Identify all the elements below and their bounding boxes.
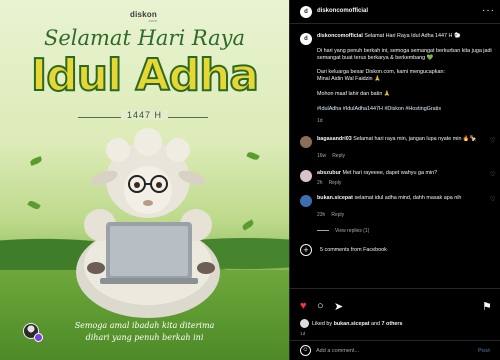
comment-username[interactable]: bukan.sicepat	[317, 195, 353, 201]
post-button[interactable]: Post	[478, 348, 490, 354]
reply-button[interactable]: Reply	[332, 153, 345, 159]
comments-section: d diskoncomofficial Selamat Hari Raya Id…	[290, 25, 500, 287]
post-actions: ♥ ○ ➤ ⚑ Liked by bukan.sicepat and 7 oth…	[290, 288, 500, 340]
reply-button[interactable]: Reply	[329, 180, 342, 186]
post-time: 1d	[317, 118, 323, 124]
avatar[interactable]	[300, 136, 312, 148]
avatar[interactable]: d	[300, 33, 312, 45]
post-header: d diskoncomofficial ···	[290, 0, 500, 24]
caption-username[interactable]: diskoncomofficial	[317, 33, 363, 39]
facebook-comments-link[interactable]: 5 comments from Facebook	[320, 247, 387, 254]
liked-by-text: Liked by bukan.sicepat and 7 others	[312, 321, 403, 327]
sheep-illustration	[76, 128, 220, 318]
image-caption: Semoga amal ibadah kita diterima dihari …	[74, 321, 215, 342]
comment-meta: 2h Reply	[317, 180, 342, 186]
comment-username[interactable]: abszubur	[317, 170, 341, 176]
comment-input[interactable]	[316, 345, 466, 357]
post-image: diskon .com Selamat Hari Raya Idul Adha …	[0, 0, 289, 360]
liked-by-user[interactable]: bukan.sicepat	[334, 321, 370, 327]
post-caption-para1: Di hari yang penuh berkah ini, semoga se…	[317, 48, 492, 62]
comment-icon[interactable]: ○	[317, 300, 324, 312]
post-hashtags[interactable]: #IdulAdha #IdulAdha1447H #Diskon #Hostin…	[317, 106, 495, 113]
like-comment-icon[interactable]: ♡	[490, 171, 495, 178]
comment-meta: 23h Reply	[317, 212, 345, 218]
share-icon[interactable]: ➤	[334, 300, 343, 313]
tag-badge-icon[interactable]	[34, 333, 43, 342]
heart-filled-icon[interactable]: ♥	[300, 300, 307, 312]
comment-username[interactable]: bagasandri03	[317, 136, 352, 142]
comment-box: ☺ Post	[290, 340, 500, 360]
view-replies-button[interactable]: View replies (1)	[317, 228, 375, 234]
post-caption-para2b: Minal Aidin Wal Faidzin 🙏	[317, 76, 381, 82]
post-caption-para3: Mohon maaf lahir dan batin 🙏	[317, 91, 391, 97]
reply-button[interactable]: Reply	[331, 212, 344, 218]
liked-by-others[interactable]: 7 others	[382, 321, 403, 327]
more-icon[interactable]: ···	[482, 5, 495, 16]
add-circle-icon[interactable]: +	[300, 244, 312, 256]
bookmark-icon[interactable]: ⚑	[482, 300, 492, 313]
view-replies-line	[317, 230, 329, 232]
like-comment-icon[interactable]: ♡	[490, 196, 495, 203]
comment-item: abszubur Met hari rayeeee, dapet wahyu g…	[317, 170, 438, 176]
avatar[interactable]: d	[300, 6, 312, 18]
post-date: 1d	[300, 331, 306, 336]
comment-item: bukan.sicepat selamat idul adha mind, da…	[317, 195, 462, 201]
post-caption: diskoncomofficial Selamat Hari Raya Idul…	[317, 33, 461, 39]
comment-meta: 16w Reply	[317, 153, 345, 159]
header-username[interactable]: diskoncomofficial	[317, 8, 368, 14]
avatar[interactable]	[300, 195, 312, 207]
post-panel: d diskoncomofficial ··· d diskoncomoffic…	[289, 0, 500, 360]
like-comment-icon[interactable]: ♡	[490, 137, 495, 144]
avatar[interactable]	[300, 170, 312, 182]
emoji-icon[interactable]: ☺	[300, 345, 311, 356]
liked-by-avatar[interactable]	[300, 319, 309, 328]
comment-item: bagasandri03 Selamat hari raya min, jang…	[317, 136, 477, 142]
